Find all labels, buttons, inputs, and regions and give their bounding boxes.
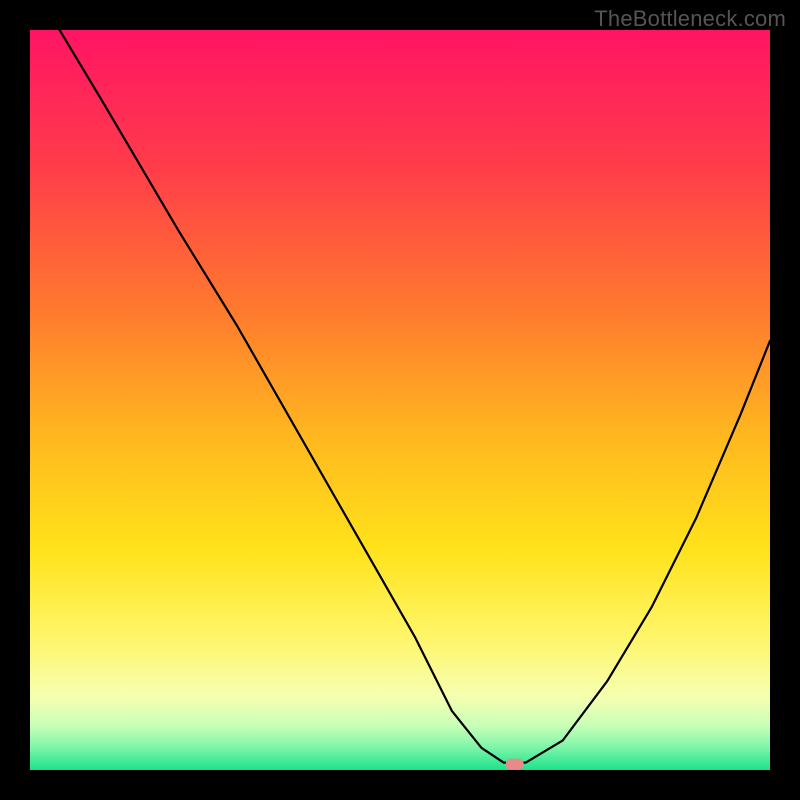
chart-svg	[30, 30, 770, 770]
gradient-background	[30, 30, 770, 770]
chart-frame: TheBottleneck.com	[0, 0, 800, 800]
watermark-text: TheBottleneck.com	[594, 6, 786, 32]
plot-area	[30, 30, 770, 770]
optimum-marker	[506, 759, 524, 770]
